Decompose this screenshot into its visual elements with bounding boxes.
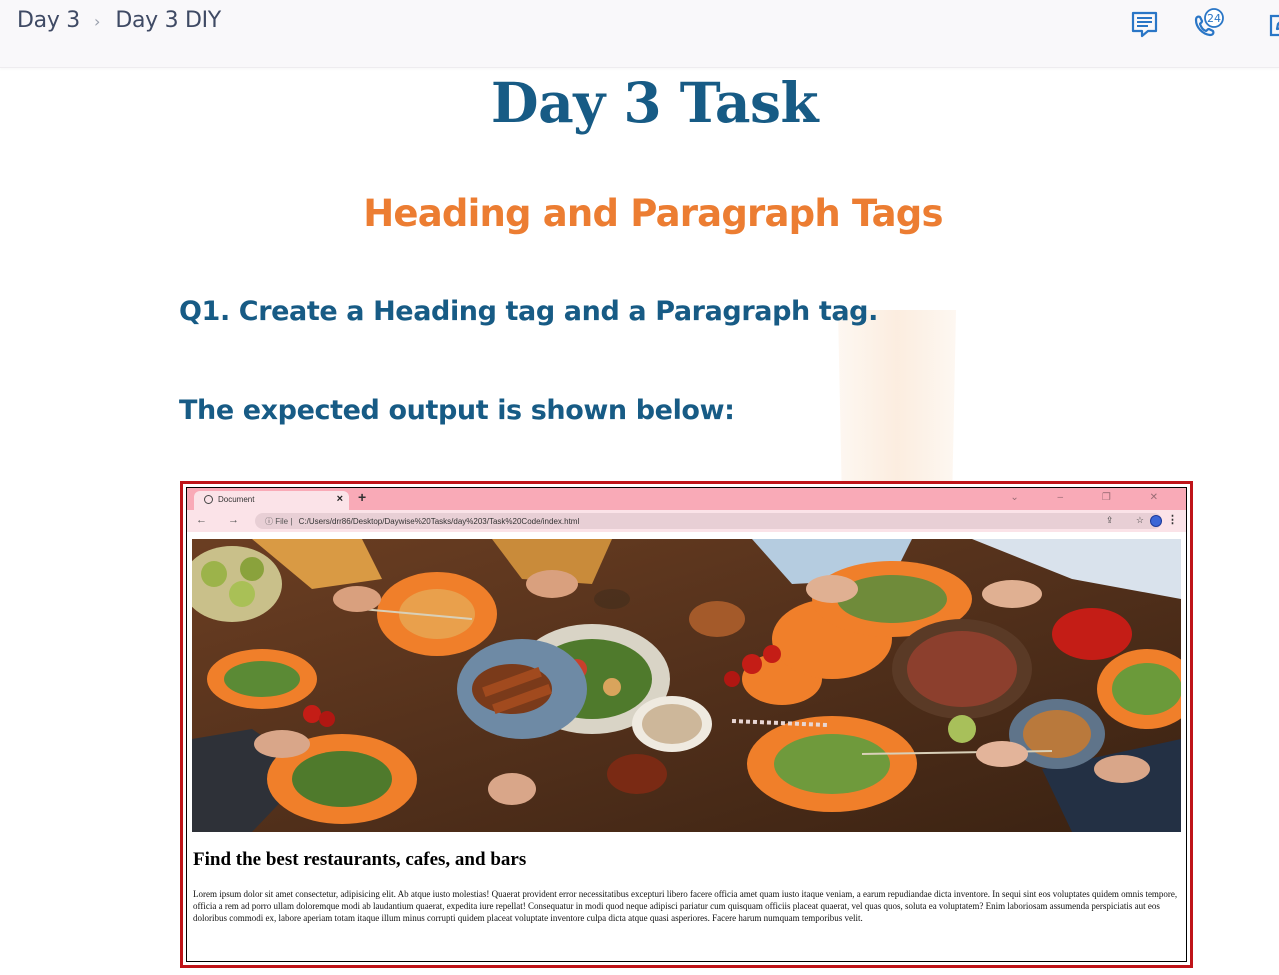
star-icon: ⇪ ☆ bbox=[1105, 515, 1154, 525]
globe-icon bbox=[204, 495, 213, 504]
window-controls-icon: ⌄ – ❐ ✕ bbox=[1010, 492, 1176, 503]
edit-icon[interactable] bbox=[1263, 6, 1279, 42]
info-icon: ⓘ File | bbox=[265, 517, 293, 526]
address-bar: ⓘ File | C:/Users/drr86/Desktop/Daywise%… bbox=[255, 513, 1162, 529]
breadcrumb-item-day3[interactable]: Day 3 bbox=[17, 8, 80, 33]
support-badge: 24 bbox=[1207, 12, 1221, 25]
browser-window: Document × + ⌄ – ❐ ✕ ← → C ⓘ File | C:/U… bbox=[186, 487, 1187, 962]
page-title: Day 3 Task bbox=[490, 70, 819, 135]
sample-page-paragraph: Lorem ipsum dolor sit amet consectetur, … bbox=[193, 889, 1178, 923]
section-subtitle: Heading and Paragraph Tags bbox=[363, 192, 943, 235]
chevron-right-icon: › bbox=[93, 12, 101, 31]
browser-tab-bar: Document × + ⌄ – ❐ ✕ bbox=[187, 488, 1186, 510]
support-24-icon[interactable]: 24 bbox=[1188, 6, 1224, 42]
browser-tab: Document × bbox=[194, 491, 349, 510]
breadcrumb: Day 3 › Day 3 DIY bbox=[17, 8, 221, 33]
close-icon: × bbox=[336, 493, 343, 505]
chat-icon[interactable] bbox=[1126, 6, 1162, 42]
food-hero-image bbox=[192, 539, 1181, 832]
top-bar: Day 3 › Day 3 DIY 24 bbox=[0, 0, 1279, 68]
address-text: C:/Users/drr86/Desktop/Daywise%20Tasks/d… bbox=[298, 517, 580, 526]
plus-icon: + bbox=[358, 489, 367, 505]
sample-page-heading: Find the best restaurants, cafes, and ba… bbox=[193, 849, 527, 870]
profile-avatar-icon bbox=[1150, 515, 1162, 527]
decorative-watermark bbox=[838, 310, 956, 482]
kebab-menu-icon: ⋮ bbox=[1167, 514, 1178, 526]
browser-tab-title: Document bbox=[218, 495, 255, 504]
question-text: Q1. Create a Heading tag and a Paragraph… bbox=[179, 296, 878, 327]
expected-output-screenshot: Document × + ⌄ – ❐ ✕ ← → C ⓘ File | C:/U… bbox=[180, 481, 1193, 968]
breadcrumb-item-day3-diy[interactable]: Day 3 DIY bbox=[115, 8, 221, 33]
browser-toolbar: ← → C ⓘ File | C:/Users/drr86/Desktop/Da… bbox=[187, 510, 1186, 532]
expected-output-note: The expected output is shown below: bbox=[179, 395, 735, 426]
